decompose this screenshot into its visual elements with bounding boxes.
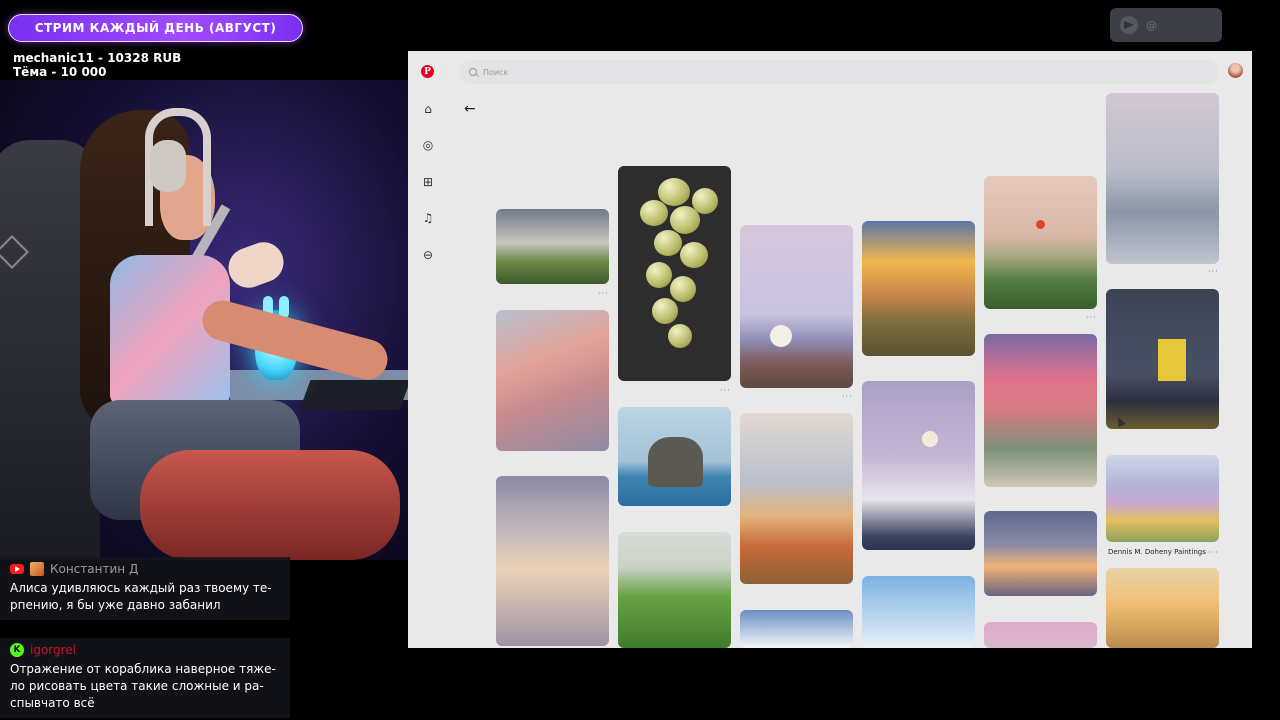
explore-icon[interactable]: ◎: [421, 138, 435, 152]
pin-more-button[interactable]: ···: [842, 392, 853, 401]
donation-line-2: Тёма - 10 000: [13, 65, 107, 79]
pin-image[interactable]: [1106, 568, 1219, 648]
chat-username: Константин Д: [50, 562, 139, 576]
search-icon: [469, 68, 477, 76]
profile-avatar[interactable]: [1228, 63, 1243, 78]
chat-message: Константин Д Алиса удивляюсь каждый раз …: [0, 557, 290, 620]
pin-image[interactable]: [496, 310, 609, 451]
pin-image[interactable]: [618, 407, 731, 506]
chat-username: igorgrel: [30, 643, 77, 657]
webcam-feed: [0, 80, 408, 560]
donation-goals: mechanic11 - 10328 RUB Тёма - 10 000: [13, 51, 181, 79]
chat-text: Отражение от кораблика наверное тяже-ло …: [10, 662, 276, 710]
telegram-label: @: [1146, 18, 1157, 32]
pin-caption[interactable]: Dennis M. Doheny Paintings: [1108, 548, 1206, 556]
messages-icon[interactable]: ⊖: [421, 248, 435, 262]
pin-image[interactable]: [862, 221, 975, 356]
headphone-ear-cup: [150, 140, 186, 192]
pin-image[interactable]: [984, 334, 1097, 487]
chat-user-row: K igorgrel: [0, 638, 290, 657]
chair-logo-icon: [0, 235, 29, 269]
stream-schedule-banner: СТРИМ КАЖДЫЙ ДЕНЬ (АВГУСТ): [8, 14, 303, 42]
search-placeholder: Поиск: [483, 67, 509, 77]
donation-line-1: mechanic11 - 10328 RUB: [13, 51, 182, 65]
pin-image[interactable]: [740, 610, 853, 648]
pinterest-window: P ⌂ ◎ ⊞ ♫ ⊖ Поиск ← Dennis M. Doheny Pai…: [408, 51, 1252, 648]
pin-image[interactable]: [496, 476, 609, 646]
pin-more-button[interactable]: ···: [1208, 267, 1219, 276]
pin-more-button[interactable]: ···: [720, 386, 731, 395]
youtube-icon: [10, 564, 24, 574]
chat-text: Алиса удивляюсь каждый раз твоему те-рпе…: [10, 581, 272, 612]
kick-icon: K: [10, 643, 24, 657]
pin-image[interactable]: [618, 532, 731, 648]
avatar: [30, 562, 44, 576]
pin-image[interactable]: [862, 576, 975, 648]
chat-message: K igorgrel Отражение от кораблика наверн…: [0, 638, 290, 718]
streamer-thigh: [140, 450, 400, 560]
telegram-badge: @: [1110, 8, 1222, 42]
pin-more-button[interactable]: ···: [1086, 313, 1097, 322]
pin-more-button[interactable]: ···: [598, 289, 609, 298]
pin-image[interactable]: [984, 511, 1097, 596]
pin-image[interactable]: [740, 225, 853, 388]
search-input[interactable]: Поиск: [459, 60, 1219, 84]
microphone: [222, 236, 290, 294]
telegram-icon: [1120, 16, 1138, 34]
pin-image[interactable]: [618, 166, 731, 381]
notifications-icon[interactable]: ♫: [421, 211, 435, 225]
create-icon[interactable]: ⊞: [421, 175, 435, 189]
pin-image[interactable]: [862, 381, 975, 550]
pin-image[interactable]: [496, 209, 609, 284]
keyboard: [299, 380, 408, 410]
pinterest-sidebar: P ⌂ ◎ ⊞ ♫ ⊖: [408, 51, 448, 648]
chat-user-row: Константин Д: [0, 557, 290, 576]
pinterest-logo-icon[interactable]: P: [421, 65, 434, 78]
pin-image[interactable]: [984, 622, 1097, 648]
pin-image[interactable]: [1106, 289, 1219, 429]
pin-image[interactable]: [984, 176, 1097, 309]
home-icon[interactable]: ⌂: [421, 102, 435, 116]
pin-image[interactable]: [1106, 93, 1219, 264]
pin-more-button[interactable]: ···: [1208, 548, 1219, 557]
pin-image[interactable]: [1106, 455, 1219, 542]
back-arrow-icon[interactable]: ←: [464, 101, 476, 117]
pin-image[interactable]: [740, 413, 853, 584]
